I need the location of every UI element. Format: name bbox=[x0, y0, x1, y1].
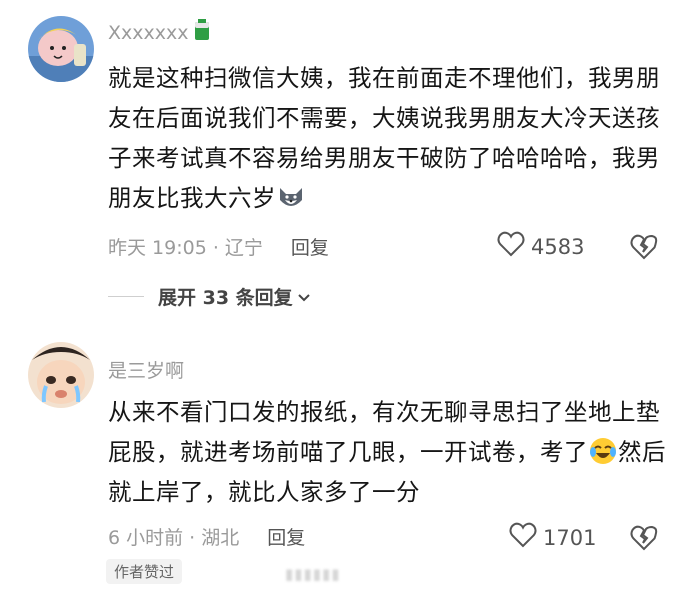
comment-item: 是三岁啊 从来不看门口发的报纸，有次无聊寻思扫了坐地上垫屁股，就进考场前喵了几眼… bbox=[0, 342, 690, 593]
crying-laughing-icon bbox=[588, 436, 618, 466]
expand-label: 展开 33 条回复 bbox=[158, 287, 293, 309]
reply-button[interactable]: 回复 bbox=[267, 523, 305, 550]
chevron-down-icon bbox=[297, 286, 311, 308]
username[interactable]: 是三岁啊 bbox=[108, 356, 184, 383]
reply-button[interactable]: 回复 bbox=[291, 233, 329, 260]
like-count: 1701 bbox=[543, 525, 597, 550]
author-liked-badge: 作者赞过 bbox=[106, 559, 183, 584]
username-text: Xxxxxxx bbox=[108, 21, 189, 44]
heart-icon bbox=[509, 522, 537, 553]
username[interactable]: Xxxxxxx bbox=[108, 19, 210, 46]
broken-heart-icon bbox=[630, 234, 658, 265]
watermark: ▮▮▮▮▮▮ bbox=[285, 565, 341, 583]
comment-meta: 昨天 19:05 · 辽宁 回复 bbox=[108, 233, 329, 260]
comment-text: 从来不看门口发的报纸，有次无聊寻思扫了坐地上垫屁股，就进考场前喵了几眼，一开试卷… bbox=[108, 398, 666, 506]
time-location: 昨天 19:05 · 辽宁 bbox=[108, 237, 263, 259]
expand-replies-button[interactable]: 展开 33 条回复 bbox=[108, 283, 311, 310]
dislike-button[interactable] bbox=[630, 233, 658, 261]
username-text: 是三岁啊 bbox=[108, 360, 185, 382]
heart-icon bbox=[497, 231, 525, 262]
like-count: 4583 bbox=[531, 234, 585, 259]
comment-meta: 6 小时前 · 湖北 回复 bbox=[108, 523, 305, 550]
badge-icon bbox=[194, 19, 210, 46]
broken-heart-icon bbox=[630, 525, 658, 556]
avatar[interactable] bbox=[28, 342, 94, 408]
like-button[interactable]: 1701 bbox=[509, 522, 596, 553]
comment-text: 就是这种扫微信大姨，我在前面走不理他们，我男朋友在后面说我们不需要，大姨说我男朋… bbox=[108, 64, 660, 212]
avatar[interactable] bbox=[28, 16, 94, 82]
time-location: 6 小时前 · 湖北 bbox=[108, 527, 240, 549]
like-button[interactable]: 4583 bbox=[497, 231, 584, 262]
wolf-emoji-icon bbox=[276, 182, 306, 212]
comment-item: Xxxxxxx 就是这种扫微信大姨，我在前面走不理他们，我男朋友在后面说我们不需… bbox=[0, 0, 690, 330]
divider-line bbox=[108, 296, 144, 297]
dislike-button[interactable] bbox=[630, 524, 658, 552]
